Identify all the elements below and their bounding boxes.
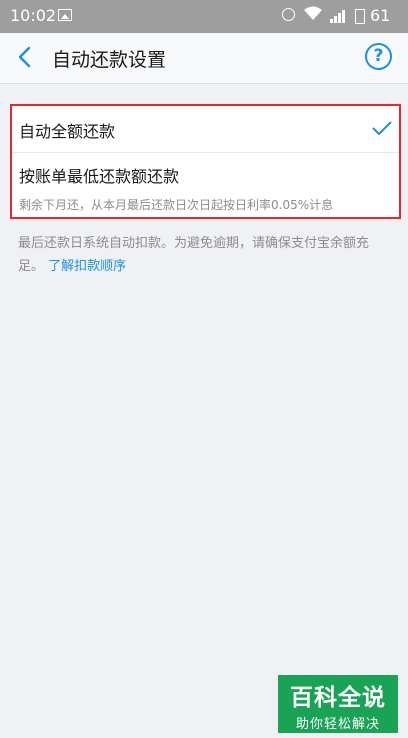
option-description: 剩余下月还，从本月最后还款日次日起按日利率0.05%计息	[19, 198, 334, 212]
watermark-logo: 百科全说 助你轻松解决	[278, 675, 398, 733]
status-bar: 10:02 61	[0, 0, 408, 33]
help-icon[interactable]: ?	[365, 43, 392, 70]
option-full-repayment[interactable]: 自动全额还款	[12, 106, 399, 153]
battery-icon	[355, 9, 365, 24]
option-minimum-repayment[interactable]: 按账单最低还款额还款 剩余下月还，从本月最后还款日次日起按日利率0.05%计息	[12, 153, 399, 217]
option-label: 自动全额还款	[19, 122, 116, 141]
repayment-notice: 最后还款日系统自动扣款。为避免逾期，请确保支付宝余额充足。 了解扣款顺序	[18, 232, 394, 278]
status-time: 10:02	[10, 6, 57, 25]
wifi-icon	[303, 5, 323, 25]
nav-header: 自动还款设置 ?	[0, 33, 408, 84]
watermark-subtitle: 助你轻松解决	[295, 717, 380, 732]
page-title: 自动还款设置	[52, 49, 167, 71]
image-icon	[58, 9, 72, 21]
repayment-options-card: 自动全额还款 按账单最低还款额还款 剩余下月还，从本月最后还款日次日起按日利率0…	[10, 104, 401, 219]
watermark-title: 百科全说	[290, 685, 386, 711]
alarm-icon	[282, 8, 295, 21]
back-arrow-icon[interactable]	[12, 41, 40, 73]
battery-level: 61	[370, 6, 391, 25]
signal-icon	[329, 8, 347, 23]
deduction-order-link[interactable]: 了解扣款顺序	[48, 259, 126, 274]
checkmark-icon	[371, 119, 393, 137]
option-label: 按账单最低还款额还款	[19, 167, 180, 186]
